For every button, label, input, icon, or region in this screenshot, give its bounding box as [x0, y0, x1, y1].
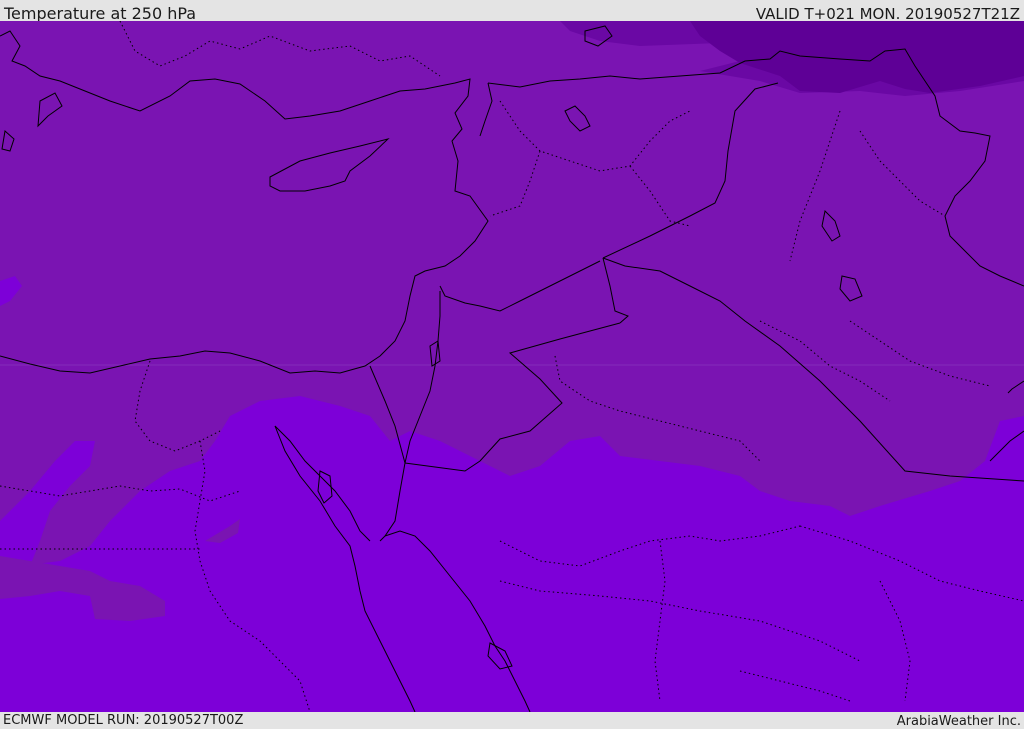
- credit-label: ArabiaWeather Inc.: [896, 714, 1021, 729]
- map-header: Temperature at 250 hPa VALID T+021 MON. …: [0, 0, 1024, 23]
- temperature-map: [0, 21, 1024, 712]
- model-run-label: ECMWF MODEL RUN: 20190527T00Z: [3, 713, 244, 728]
- map-footer: ECMWF MODEL RUN: 20190527T00Z ArabiaWeat…: [0, 712, 1024, 729]
